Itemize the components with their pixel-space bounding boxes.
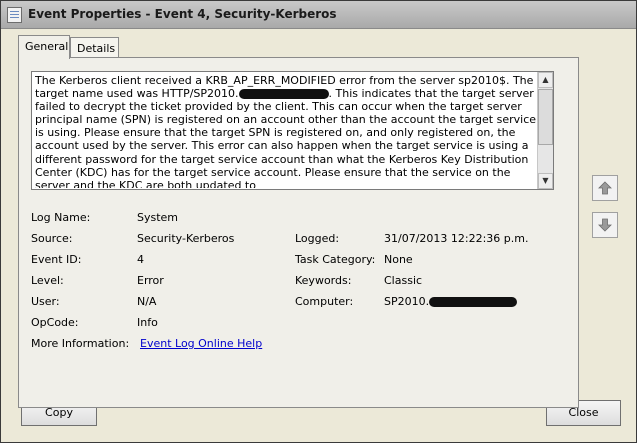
- more-information-label: More Information:: [31, 337, 130, 350]
- event-properties-window: Event Properties - Event 4, Security-Ker…: [0, 0, 637, 443]
- logged-label: Logged:: [295, 232, 340, 245]
- task-category-value: None: [384, 253, 413, 266]
- next-event-button[interactable]: [592, 212, 618, 238]
- event-description: The Kerberos client received a KRB_AP_ER…: [35, 74, 538, 188]
- source-value: Security-Kerberos: [137, 232, 235, 245]
- general-panel: The Kerberos client received a KRB_AP_ER…: [18, 57, 579, 408]
- level-value: Error: [137, 274, 164, 287]
- user-value: N/A: [137, 295, 157, 308]
- opcode-value: Info: [137, 316, 158, 329]
- opcode-label: OpCode:: [31, 316, 79, 329]
- tab-general[interactable]: General: [18, 35, 70, 59]
- title-bar[interactable]: Event Properties - Event 4, Security-Ker…: [1, 1, 636, 29]
- user-label: User:: [31, 295, 60, 308]
- down-arrow-icon: [598, 218, 612, 232]
- scroll-thumb[interactable]: [538, 89, 553, 145]
- dialog-body: General Details The Kerberos client rece…: [2, 29, 635, 442]
- log-name-value: System: [137, 211, 179, 224]
- up-arrow-icon: [598, 181, 612, 195]
- event-log-online-help-link[interactable]: Event Log Online Help: [140, 337, 262, 350]
- task-category-label: Task Category:: [295, 253, 376, 266]
- event-id-label: Event ID:: [31, 253, 82, 266]
- computer-value: SP2010.: [384, 295, 518, 308]
- redacted-mark: [429, 297, 518, 307]
- computer-value-text: SP2010.: [384, 295, 430, 308]
- tab-details[interactable]: Details: [70, 37, 119, 59]
- computer-label: Computer:: [295, 295, 354, 308]
- description-scrollbar[interactable]: ▲ ▼: [537, 72, 553, 189]
- log-name-label: Log Name:: [31, 211, 91, 224]
- scroll-down-icon[interactable]: ▼: [538, 173, 553, 189]
- window-title: Event Properties - Event 4, Security-Ker…: [28, 7, 337, 21]
- logged-value: 31/07/2013 12:22:36 p.m.: [384, 232, 529, 245]
- redacted-mark: [238, 89, 329, 100]
- keywords-value: Classic: [384, 274, 423, 287]
- level-label: Level:: [31, 274, 64, 287]
- scroll-up-icon[interactable]: ▲: [538, 72, 553, 88]
- event-viewer-icon: [7, 7, 22, 23]
- previous-event-button[interactable]: [592, 175, 618, 201]
- keywords-label: Keywords:: [295, 274, 352, 287]
- event-id-value: 4: [137, 253, 144, 266]
- description-text-2: . This indicates that the target server …: [35, 87, 537, 188]
- source-label: Source:: [31, 232, 73, 245]
- event-description-box[interactable]: The Kerberos client received a KRB_AP_ER…: [31, 71, 554, 190]
